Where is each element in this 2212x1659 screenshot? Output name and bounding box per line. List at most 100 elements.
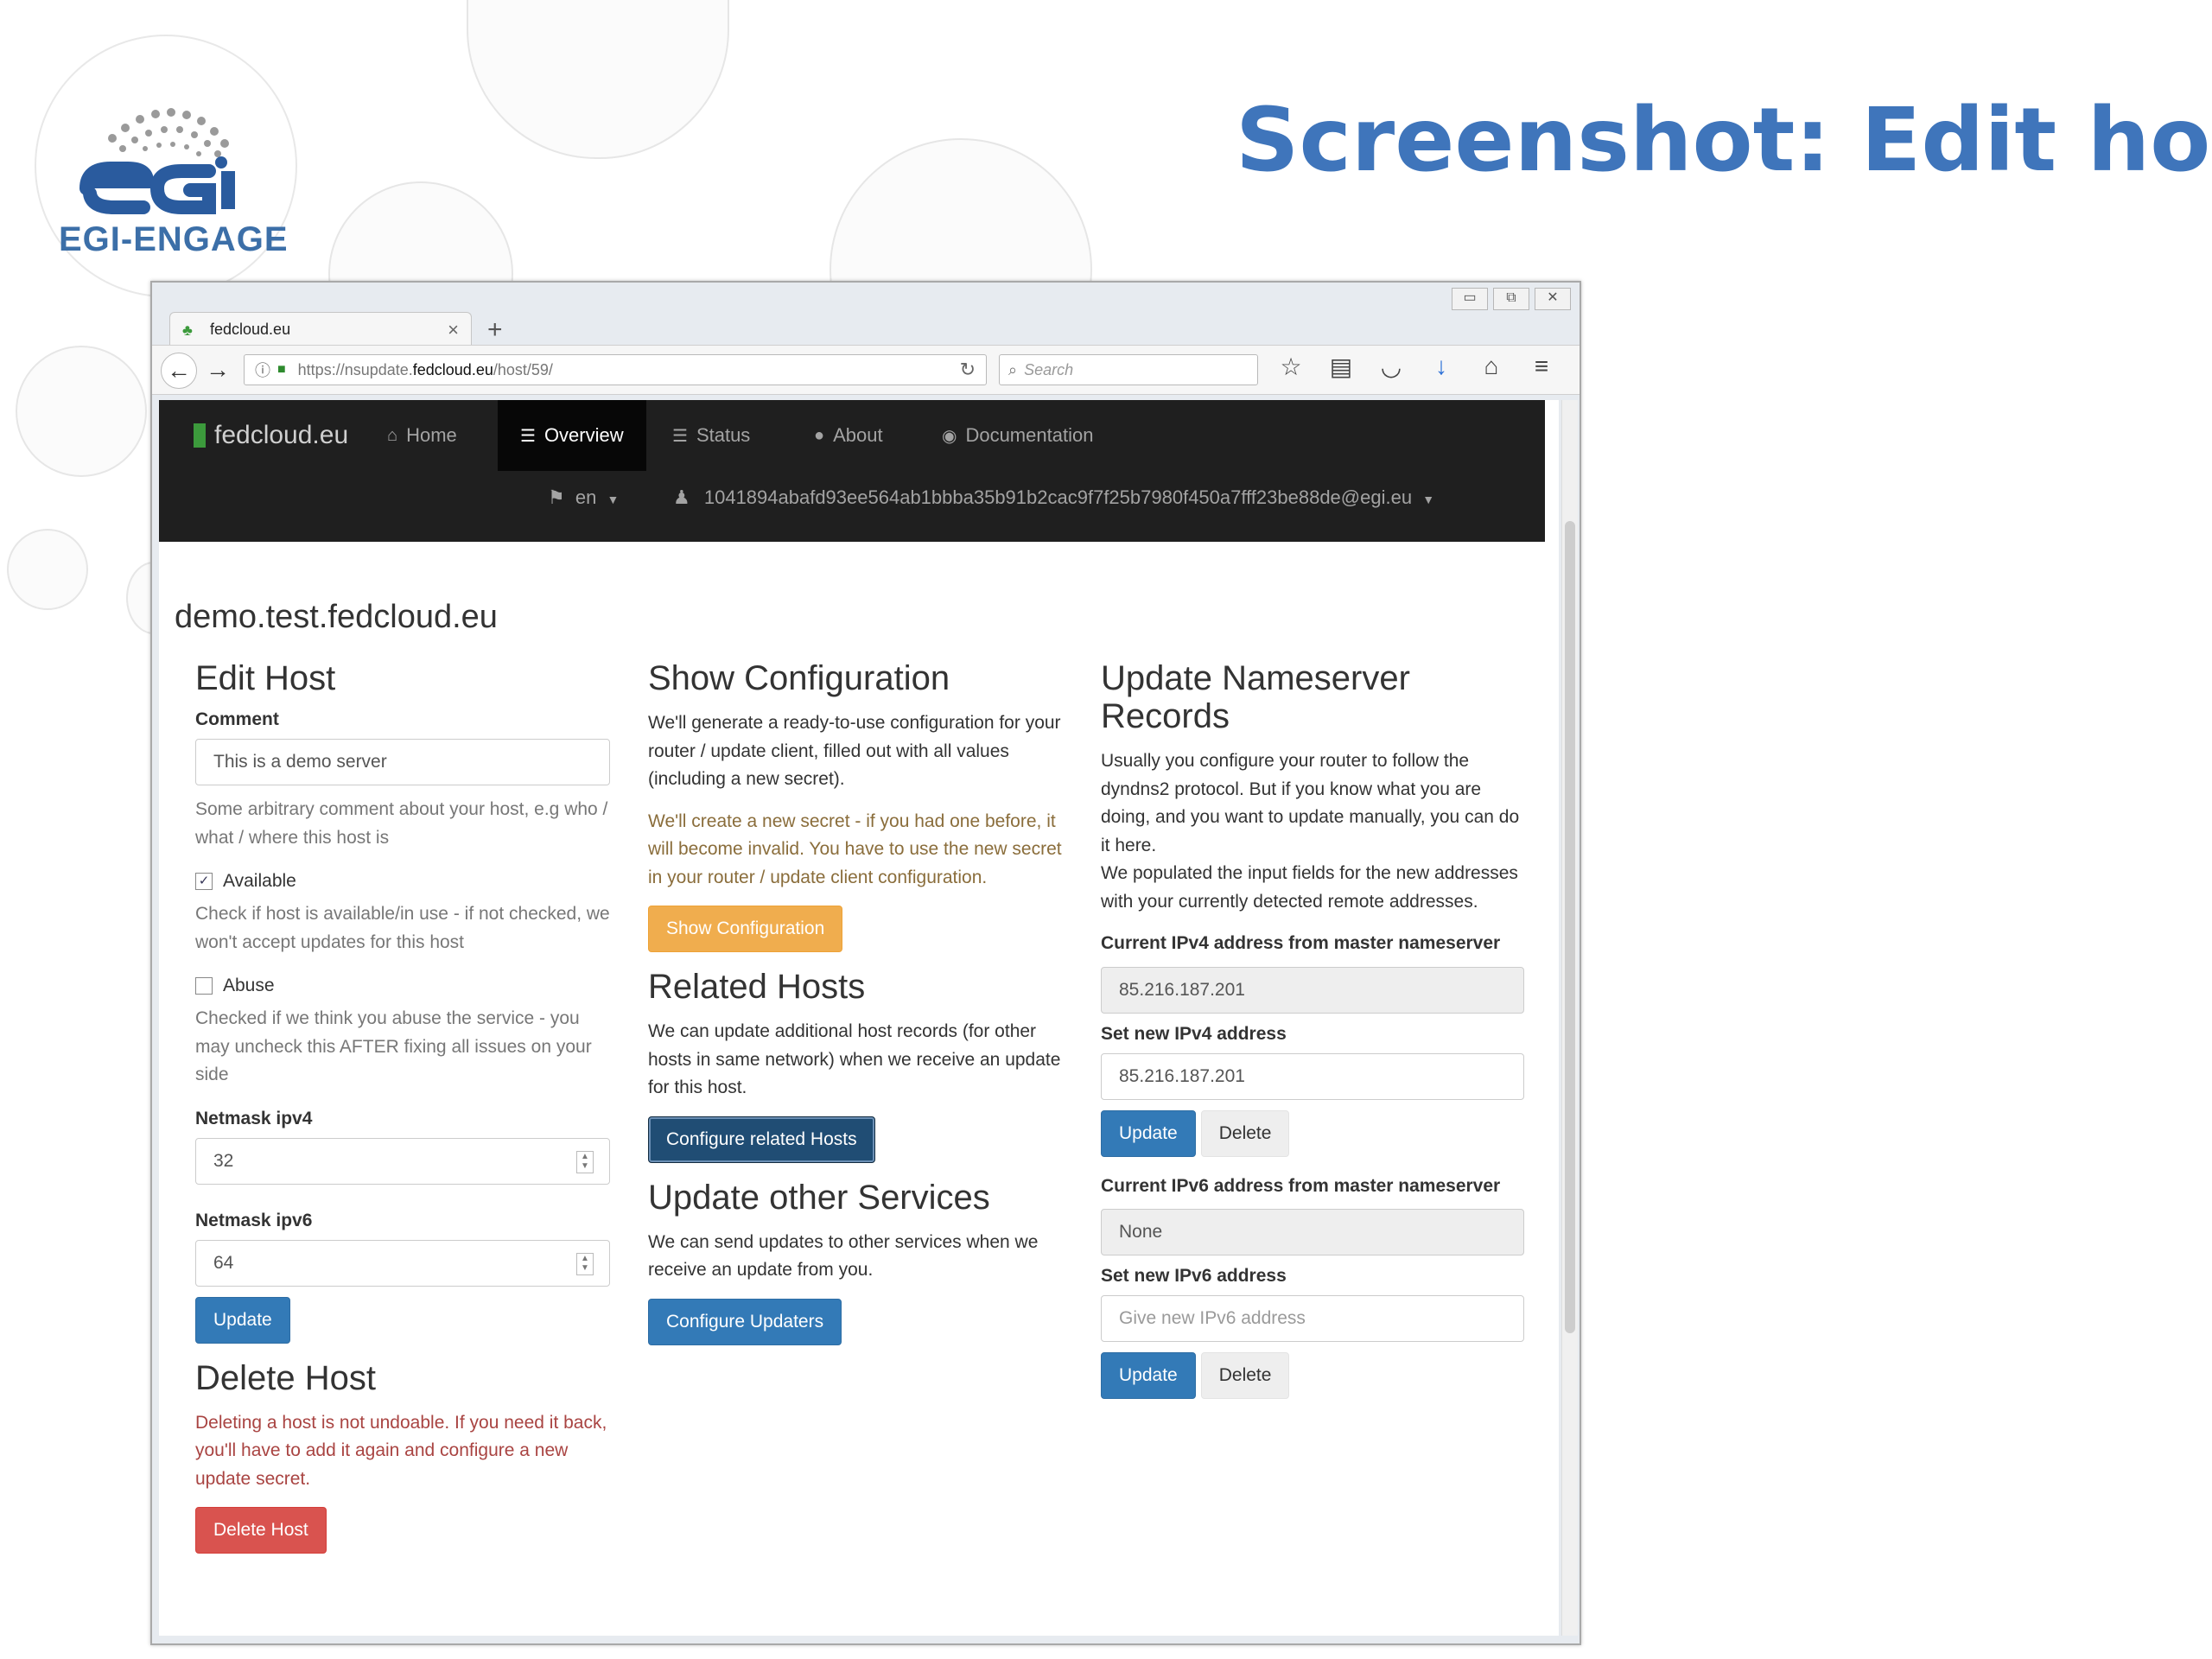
bookmark-star-icon[interactable]: ☆ xyxy=(1275,353,1306,381)
home-icon[interactable]: ⌂ xyxy=(1476,353,1507,381)
available-checkbox-row[interactable]: ✓ Available xyxy=(195,871,610,892)
page-viewport: fedcloud.eu ⌂ Home ☰ Overview ☰ Status ●… xyxy=(159,400,1559,1636)
abuse-checkbox-row[interactable]: Abuse xyxy=(195,976,610,996)
url-text: https://nsupdate.fedcloud.eu/host/59/ xyxy=(298,361,960,379)
tab-label: fedcloud.eu xyxy=(210,321,291,338)
netmask-ipv4-input[interactable]: 32 ▲ ▼ xyxy=(195,1137,610,1185)
browser-window: ▭ ⧉ ✕ ♣ fedcloud.eu × + ← → ⓘ ■ https://… xyxy=(150,281,1581,1645)
update-other-services-heading: Update other Services xyxy=(648,1178,990,1217)
user-name: 1041894abafd93ee564ab1bbba35b91b2cac9f7f… xyxy=(703,486,1413,508)
configuration-column: Show Configuration We'll generate a read… xyxy=(648,659,1071,1361)
available-help: Check if host is available/in use - if n… xyxy=(195,904,610,952)
reading-list-icon[interactable]: ▤ xyxy=(1325,353,1357,381)
nameserver-text-2: We populated the input fields for the ne… xyxy=(1101,863,1518,912)
url-prefix: https://nsupdate. xyxy=(297,360,413,378)
ipv4-update-button[interactable]: Update xyxy=(1101,1109,1196,1157)
netmask-ipv4-label: Netmask ipv4 xyxy=(195,1108,313,1128)
spinner-icon[interactable]: ▲ ▼ xyxy=(576,1252,594,1275)
brand-logo-icon xyxy=(194,423,206,448)
related-hosts-text: We can update additional host records (f… xyxy=(648,1021,1061,1098)
nav-item-label: Home xyxy=(406,424,457,446)
show-configuration-heading: Show Configuration xyxy=(648,659,950,697)
tab-close-icon[interactable]: × xyxy=(448,319,459,341)
user-icon: ♟ xyxy=(673,486,690,508)
ipv6-delete-button[interactable]: Delete xyxy=(1200,1352,1290,1400)
ipv4-new-label: Set new IPv4 address xyxy=(1101,1023,1287,1044)
netmask-ipv6-input[interactable]: 64 ▲ ▼ xyxy=(195,1239,610,1287)
edit-host-column: Edit Host Comment This is a demo server … xyxy=(195,659,610,1569)
show-configuration-button[interactable]: Show Configuration xyxy=(648,906,843,953)
ipv4-new-input[interactable]: 85.216.187.201 xyxy=(1101,1052,1524,1100)
ipv6-current-label: Current IPv6 address from master nameser… xyxy=(1101,1175,1501,1196)
language-dropdown[interactable]: ⚑ en ▼ xyxy=(548,486,619,509)
url-path: /host/59/ xyxy=(493,360,553,378)
page-scrollbar[interactable] xyxy=(1561,400,1578,1636)
toolbar-icons: ☆ ▤ ◡ ↓ ⌂ ≡ xyxy=(1275,353,1557,381)
slide-title: Screenshot: Edit host xyxy=(1236,89,2212,192)
pocket-icon[interactable]: ◡ xyxy=(1376,353,1407,381)
abuse-checkbox[interactable] xyxy=(195,977,213,995)
ipv6-current-field: None xyxy=(1101,1209,1524,1256)
url-host: fedcloud.eu xyxy=(412,360,493,378)
netmask-ipv6-label: Netmask ipv6 xyxy=(195,1210,313,1230)
nameserver-column: Update Nameserver Records Usually you co… xyxy=(1101,659,1524,1414)
comment-input[interactable]: This is a demo server xyxy=(195,739,610,785)
ipv6-new-input[interactable]: Give new IPv6 address xyxy=(1101,1295,1524,1343)
ipv4-delete-button[interactable]: Delete xyxy=(1200,1109,1290,1157)
site-brand[interactable]: fedcloud.eu xyxy=(194,421,348,450)
caret-down-icon: ▼ xyxy=(1422,493,1435,506)
edit-host-heading: Edit Host xyxy=(195,659,336,697)
forward-icon[interactable]: → xyxy=(200,353,235,387)
new-tab-icon[interactable]: + xyxy=(487,315,503,345)
back-icon[interactable]: ← xyxy=(161,353,197,389)
browser-tab[interactable]: ♣ fedcloud.eu × xyxy=(169,312,472,346)
brand-label: fedcloud.eu xyxy=(214,421,349,449)
site-navbar: fedcloud.eu ⌂ Home ☰ Overview ☰ Status ●… xyxy=(159,400,1545,542)
language-icon: ⚑ xyxy=(548,486,565,508)
spinner-icon[interactable]: ▲ ▼ xyxy=(576,1150,594,1173)
nav-item-home[interactable]: ⌂ Home xyxy=(365,400,480,471)
list-icon: ☰ xyxy=(672,426,688,446)
related-hosts-heading: Related Hosts xyxy=(648,968,866,1007)
decor-circle xyxy=(7,529,88,610)
nav-item-label: Status xyxy=(696,424,751,446)
search-icon: ⌕ xyxy=(1008,360,1018,378)
nameserver-heading: Update Nameserver Records xyxy=(1101,659,1410,735)
user-dropdown[interactable]: ♟ 1041894abafd93ee564ab1bbba35b91b2cac9f… xyxy=(673,486,1434,509)
search-input[interactable]: ⌕ Search xyxy=(999,354,1258,385)
menu-icon[interactable]: ≡ xyxy=(1526,353,1557,381)
configure-related-hosts-button[interactable]: Configure related Hosts xyxy=(648,1116,875,1163)
caret-down-icon: ▼ xyxy=(607,493,620,506)
home-icon: ⌂ xyxy=(387,425,398,445)
netmask-ipv6-value: 64 xyxy=(213,1252,234,1273)
nav-item-label: Overview xyxy=(543,424,624,446)
download-icon[interactable]: ↓ xyxy=(1426,353,1457,381)
url-bar[interactable]: ⓘ ■ https://nsupdate.fedcloud.eu/host/59… xyxy=(244,354,987,385)
list-icon: ☰ xyxy=(520,426,536,446)
nav-item-about[interactable]: ● About xyxy=(791,400,906,471)
eye-icon: ◉ xyxy=(942,426,957,446)
tab-strip: ♣ fedcloud.eu × + xyxy=(152,300,1580,346)
info-icon[interactable]: ⓘ xyxy=(255,359,270,381)
nav-item-overview[interactable]: ☰ Overview xyxy=(498,400,646,471)
available-label: Available xyxy=(223,871,296,892)
nav-item-documentation[interactable]: ◉ Documentation xyxy=(919,400,1116,471)
nameserver-text-1: Usually you configure your router to fol… xyxy=(1101,751,1520,855)
comment-label: Comment xyxy=(195,709,279,729)
page-title: demo.test.fedcloud.eu xyxy=(175,599,498,635)
scrollbar-thumb[interactable] xyxy=(1565,521,1575,1333)
reload-icon[interactable]: ↻ xyxy=(960,359,976,381)
configure-updaters-button[interactable]: Configure Updaters xyxy=(648,1299,842,1346)
decor-circle xyxy=(467,0,729,159)
available-checkbox[interactable]: ✓ xyxy=(195,873,213,891)
delete-host-button[interactable]: Delete Host xyxy=(195,1507,327,1554)
nav-item-status[interactable]: ☰ Status xyxy=(650,400,772,471)
ipv6-update-button[interactable]: Update xyxy=(1101,1352,1196,1400)
ipv4-button-row: Update Delete xyxy=(1101,1109,1524,1173)
comment-help: Some arbitrary comment about your host, … xyxy=(195,799,608,848)
lock-icon: ■ xyxy=(277,362,286,377)
comment-icon: ● xyxy=(814,425,825,445)
abuse-label: Abuse xyxy=(223,976,275,996)
logo-text: EGI-ENGAGE xyxy=(59,220,289,258)
edit-host-update-button[interactable]: Update xyxy=(195,1296,290,1344)
